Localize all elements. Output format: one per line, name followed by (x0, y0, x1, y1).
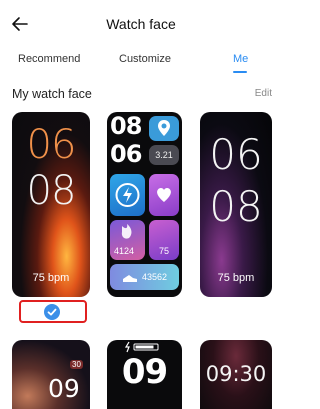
bolt-widget (110, 174, 145, 216)
heart-icon (157, 188, 171, 202)
heart-widget (149, 174, 179, 216)
walk-widget: 43562 (110, 264, 179, 290)
face-time: 09 (48, 374, 80, 403)
header: Watch face (0, 0, 282, 46)
checkmark-icon (47, 308, 57, 316)
selected-check[interactable] (44, 304, 60, 320)
lightning-icon (115, 183, 140, 207)
page-title: Watch face (106, 16, 176, 32)
watch-face-card-6[interactable]: 09:30 (200, 340, 272, 409)
watch-face-card-1[interactable]: 06 08 75 bpm (12, 112, 90, 297)
face-time: 09:30 (205, 362, 267, 386)
location-widget (149, 116, 179, 141)
face-minute: 06 (110, 140, 142, 168)
heart-rate-value: 75 (159, 246, 170, 256)
tab-customize[interactable]: Customize (119, 53, 171, 65)
tab-recommend[interactable]: Recommend (18, 53, 80, 65)
active-tab-indicator (233, 71, 247, 73)
face-bpm: 75 bpm (32, 272, 70, 284)
face-badge: 30 (70, 360, 83, 369)
watch-face-card-2[interactable]: 08 06 3.21 4124 75 43562 (107, 112, 182, 297)
face-bpm: 75 bpm (217, 272, 255, 284)
face-hour: 08 (110, 112, 142, 140)
steps-widget: 4124 (110, 220, 145, 260)
face-minute: 08 (209, 182, 263, 231)
tab-me[interactable]: Me (233, 53, 248, 65)
value-widget: 3.21 (149, 145, 179, 165)
section-title: My watch face (12, 87, 92, 101)
walk-value: 43562 (142, 272, 168, 282)
steps-value: 4124 (114, 246, 135, 256)
edit-button[interactable]: Edit (255, 88, 272, 99)
face-hour: 06 (26, 122, 77, 168)
face-minute: 08 (26, 168, 77, 214)
face-time: 09 (121, 352, 168, 392)
face-hour: 06 (209, 130, 263, 179)
location-pin-icon (158, 120, 170, 136)
watch-face-card-5[interactable]: 09 (107, 340, 182, 409)
watch-face-card-3[interactable]: 06 08 75 bpm (200, 112, 272, 297)
heart-rate-widget: 75 (149, 220, 179, 260)
shoe-icon (123, 275, 137, 282)
watch-face-card-4[interactable]: 30 09 (12, 340, 90, 409)
tab-bar: Recommend Customize Me (0, 46, 282, 74)
